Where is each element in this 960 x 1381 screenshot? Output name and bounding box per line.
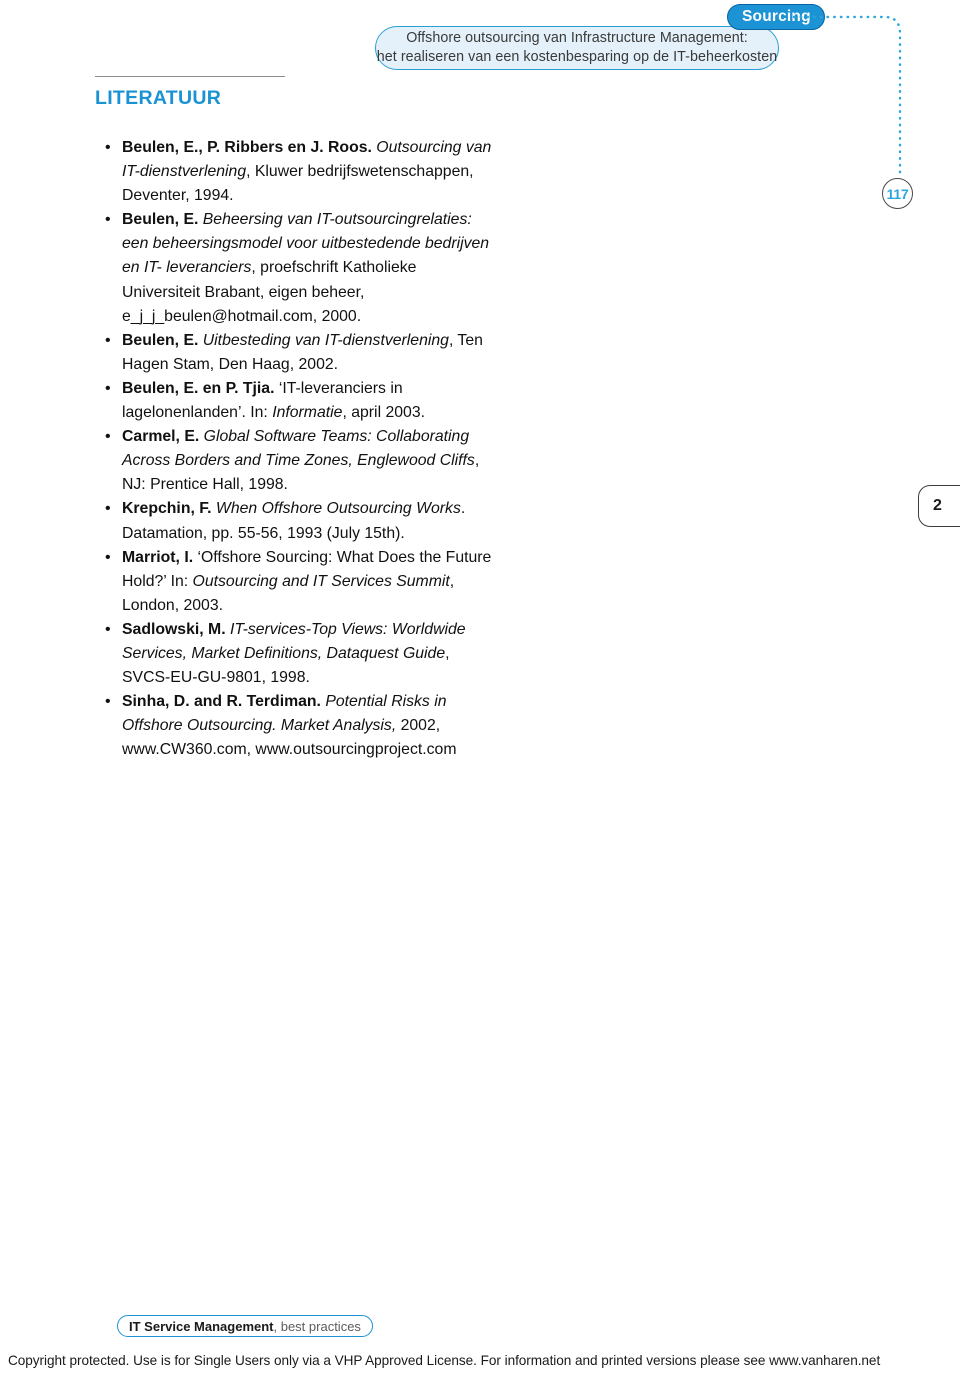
sourcing-badge: Sourcing xyxy=(727,4,825,30)
references-list: Beulen, E., P. Ribbers en J. Roos. Outso… xyxy=(95,136,495,762)
reference-entry: Marriot, I. ‘Offshore Sourcing: What Doe… xyxy=(95,546,495,618)
dotted-connector-line xyxy=(792,15,902,178)
reference-segment: Beulen, E. en P. Tjia. xyxy=(122,379,275,397)
reference-segment: Outsourcing and IT Services Summit xyxy=(192,572,450,590)
brand-pill: IT Service Management , best practices xyxy=(117,1315,373,1337)
chapter-title-bubble: Offshore outsourcing van Infrastructure … xyxy=(375,26,779,70)
reference-segment: Sinha, D. and R. Terdiman. xyxy=(122,693,321,711)
reference-entry: Krepchin, F. When Offshore Outsourcing W… xyxy=(95,497,495,545)
reference-segment: Beulen, E. xyxy=(122,211,199,229)
reference-entry: Beulen, E., P. Ribbers en J. Roos. Outso… xyxy=(95,136,495,208)
chapter-tab-marker[interactable]: 2 xyxy=(918,485,960,527)
reference-entry: Sadlowski, M. IT-services-Top Views: Wor… xyxy=(95,618,495,690)
reference-entry: Sinha, D. and R. Terdiman. Potential Ris… xyxy=(95,690,495,762)
page-title: LITERATUUR xyxy=(95,87,222,109)
reference-segment: Uitbesteding van IT-dienstverlening xyxy=(198,331,449,349)
brand-pill-title: IT Service Management xyxy=(129,1318,274,1334)
chapter-title-line-2: het realiseren van een kostenbesparing o… xyxy=(376,49,778,65)
reference-segment: Beulen, E. xyxy=(122,331,199,349)
reference-segment: When Offshore Outsourcing Works xyxy=(211,500,461,518)
page-number: 117 xyxy=(882,178,913,209)
reference-segment: Marriot, I. xyxy=(122,548,194,566)
reference-segment: Krepchin, F. xyxy=(122,500,212,518)
reference-segment: Sadlowski, M. xyxy=(122,620,226,638)
main-content: LITERATUUR Beulen, E., P. Ribbers en J. … xyxy=(95,76,495,762)
reference-segment: Carmel, E. xyxy=(122,428,200,446)
chapter-title-line-1: Offshore outsourcing van Infrastructure … xyxy=(406,30,748,47)
reference-segment: , april 2003. xyxy=(342,404,426,422)
reference-entry: Beulen, E. en P. Tjia. ‘IT-leveranciers … xyxy=(95,377,495,425)
reference-segment: Informatie xyxy=(272,404,343,422)
copyright-notice: Copyright protected. Use is for Single U… xyxy=(8,1353,881,1368)
section-divider xyxy=(95,76,285,77)
brand-pill-subtitle: , best practices xyxy=(273,1318,361,1334)
reference-entry: Beulen, E. Beheersing van IT-outsourcing… xyxy=(95,208,495,328)
reference-entry: Carmel, E. Global Software Teams: Collab… xyxy=(95,425,495,497)
reference-segment: Beulen, E., P. Ribbers en J. Roos. xyxy=(122,139,372,156)
reference-entry: Beulen, E. Uitbesteding van IT-dienstver… xyxy=(95,329,495,377)
page-footer: IT Service Management , best practices C… xyxy=(0,1311,960,1381)
